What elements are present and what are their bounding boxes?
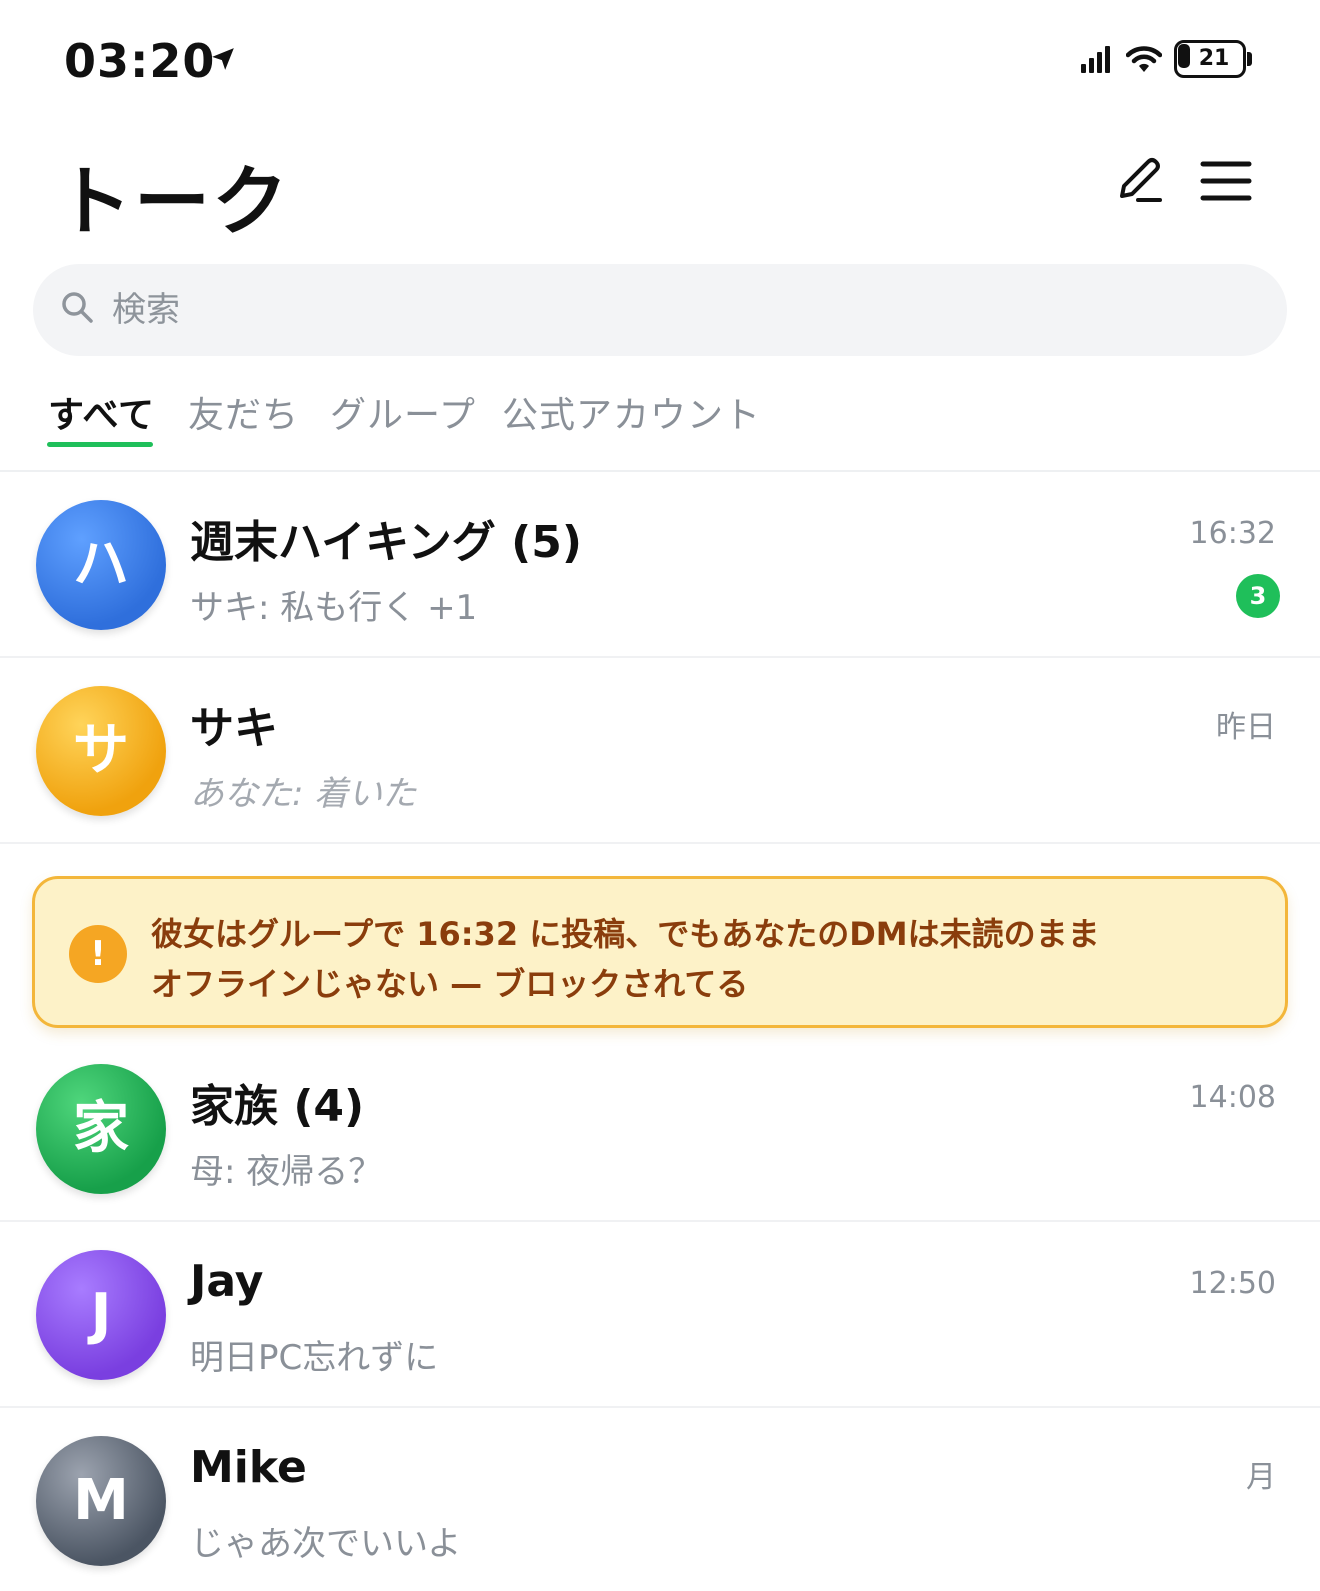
active-tab-indicator	[47, 442, 153, 447]
chat-time: 12:50	[1189, 1266, 1276, 1301]
tab-bar: すべて 友だち グループ 公式アカウント	[0, 380, 1320, 472]
alert-message-line-2: オフラインじゃない — ブロックされてる	[151, 965, 749, 1003]
unread-badge: 3	[1236, 574, 1280, 618]
chat-row-mike[interactable]: M Mike じゃあ次でいいよ 月	[0, 1408, 1320, 1591]
chat-name: サキ	[190, 703, 278, 754]
chat-name: 家族 (4)	[190, 1081, 365, 1132]
chat-name: Jay	[190, 1256, 264, 1307]
tab-official-accounts[interactable]: 公式アカウント	[502, 386, 761, 438]
chat-preview: じゃあ次でいいよ	[190, 1524, 462, 1564]
search-input[interactable]	[112, 280, 1252, 340]
blocked-alert-banner: ! 彼女はグループで 16:32 に投稿、でもあなたのDMは未読のまま オフライ…	[32, 876, 1288, 1028]
battery-icon: 21	[1174, 40, 1252, 78]
avatar: サ	[36, 686, 166, 816]
chat-preview: 明日PC忘れずに	[190, 1338, 439, 1378]
location-arrow-icon	[212, 48, 234, 70]
chat-time: 月	[1246, 1460, 1276, 1495]
tab-groups[interactable]: グループ	[330, 386, 476, 438]
tab-all[interactable]: すべて	[48, 386, 155, 438]
alert-icon: !	[69, 925, 127, 983]
avatar: ハ	[36, 500, 166, 630]
avatar: J	[36, 1250, 166, 1380]
chat-row-weekend-hiking[interactable]: ハ 週末ハイキング (5) サキ: 私も行く +1 16:32 3	[0, 472, 1320, 658]
page-title: トーク	[56, 157, 290, 246]
menu-icon[interactable]	[1200, 158, 1252, 204]
status-time: 03:20	[64, 34, 216, 88]
chat-name: Mike	[190, 1442, 307, 1493]
chat-row-saki[interactable]: サ サキ あなた: 着いた 昨日	[0, 658, 1320, 844]
signal-icon	[1081, 46, 1110, 73]
wifi-icon	[1126, 46, 1162, 72]
chat-time: 14:08	[1189, 1080, 1276, 1115]
chat-time: 昨日	[1216, 710, 1276, 745]
chat-preview: あなた: 着いた	[190, 774, 417, 814]
chat-preview: 母: 夜帰る？	[190, 1152, 383, 1192]
search-icon	[62, 292, 93, 323]
chat-preview: サキ: 私も行く +1	[190, 588, 478, 628]
chat-time: 16:32	[1189, 516, 1276, 551]
avatar: M	[36, 1436, 166, 1566]
chat-row-family[interactable]: 家 家族 (4) 母: 夜帰る？ 14:08	[0, 1036, 1320, 1222]
tab-friends[interactable]: 友だち	[188, 386, 299, 438]
avatar: 家	[36, 1064, 166, 1194]
compose-icon[interactable]	[1112, 152, 1168, 208]
chat-name: 週末ハイキング (5)	[190, 517, 582, 568]
chat-row-jay[interactable]: J Jay 明日PC忘れずに 12:50	[0, 1222, 1320, 1408]
battery-level: 21	[1198, 46, 1230, 71]
status-bar: 03:20 21	[0, 0, 1320, 120]
alert-message-line-1: 彼女はグループで 16:32 に投稿、でもあなたのDMは未読のまま	[151, 915, 1100, 953]
